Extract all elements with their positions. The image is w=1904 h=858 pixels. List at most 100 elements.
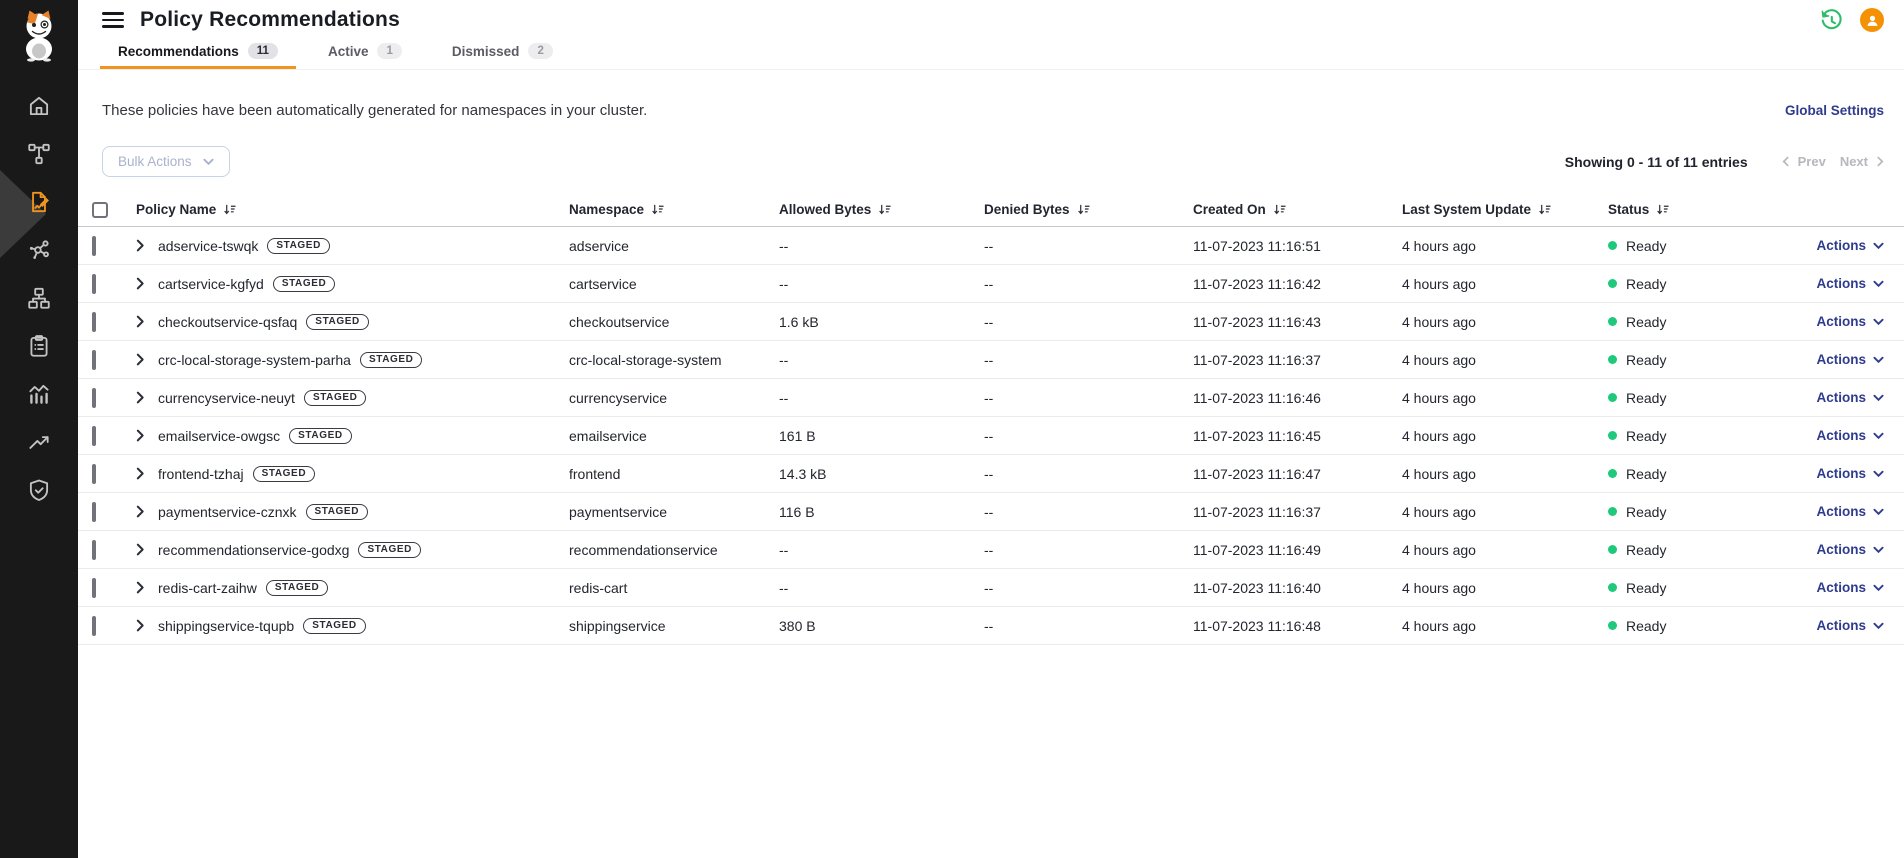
- sidebar-item-policy-edit[interactable]: [0, 178, 78, 226]
- policy-name: adservice-tswqk: [158, 238, 258, 254]
- row-checkbox[interactable]: [92, 464, 96, 484]
- next-page-button[interactable]: Next: [1840, 154, 1884, 169]
- expand-row-chevron-icon[interactable]: [136, 315, 158, 328]
- tab-count-badge: 1: [377, 43, 401, 59]
- sidebar-item-service-graph[interactable]: [0, 130, 78, 178]
- staged-badge: STAGED: [303, 618, 366, 634]
- expand-row-chevron-icon[interactable]: [136, 619, 158, 632]
- tab-recommendations[interactable]: Recommendations 11: [100, 40, 296, 69]
- actions-button[interactable]: Actions: [1816, 390, 1884, 405]
- last-system-update-cell: 4 hours ago: [1402, 618, 1608, 634]
- denied-bytes-cell: --: [984, 390, 1193, 406]
- hamburger-menu-icon[interactable]: [102, 12, 124, 28]
- page-title: Policy Recommendations: [140, 8, 400, 32]
- select-all-checkbox[interactable]: [92, 202, 108, 218]
- expand-row-chevron-icon[interactable]: [136, 505, 158, 518]
- actions-button[interactable]: Actions: [1816, 238, 1884, 253]
- allowed-bytes-cell: 116 B: [779, 504, 984, 520]
- staged-badge: STAGED: [289, 428, 352, 444]
- security-shield-icon: [26, 477, 52, 503]
- user-avatar-icon[interactable]: [1860, 8, 1884, 32]
- namespace-cell: paymentservice: [569, 504, 779, 520]
- row-checkbox[interactable]: [92, 312, 96, 332]
- chevron-down-icon: [1873, 356, 1884, 364]
- column-header-namespace[interactable]: Namespace: [569, 202, 779, 217]
- expand-row-chevron-icon[interactable]: [136, 277, 158, 290]
- namespace-cell: currencyservice: [569, 390, 779, 406]
- namespace-cell: cartservice: [569, 276, 779, 292]
- chevron-down-icon: [1873, 242, 1884, 250]
- row-checkbox[interactable]: [92, 578, 96, 598]
- actions-button[interactable]: Actions: [1816, 428, 1884, 443]
- row-checkbox[interactable]: [92, 616, 96, 636]
- created-on-cell: 11-07-2023 11:16:46: [1193, 390, 1402, 406]
- trends-icon: [26, 429, 52, 455]
- staged-badge: STAGED: [266, 580, 329, 596]
- prev-page-button[interactable]: Prev: [1782, 154, 1826, 169]
- status-label: Ready: [1626, 352, 1666, 368]
- global-settings-link[interactable]: Global Settings: [1785, 103, 1884, 118]
- column-header-denied-bytes[interactable]: Denied Bytes: [984, 202, 1193, 217]
- staged-badge: STAGED: [360, 352, 423, 368]
- expand-row-chevron-icon[interactable]: [136, 353, 158, 366]
- row-checkbox[interactable]: [92, 236, 96, 256]
- column-header-status[interactable]: Status: [1608, 202, 1738, 217]
- row-checkbox[interactable]: [92, 540, 96, 560]
- sort-icon: [651, 203, 664, 216]
- policy-name: paymentservice-cznxk: [158, 504, 297, 520]
- actions-button[interactable]: Actions: [1816, 542, 1884, 557]
- row-checkbox[interactable]: [92, 274, 96, 294]
- sidebar-item-network[interactable]: [0, 274, 78, 322]
- column-header-allowed-bytes[interactable]: Allowed Bytes: [779, 202, 984, 217]
- created-on-cell: 11-07-2023 11:16:37: [1193, 352, 1402, 368]
- actions-button[interactable]: Actions: [1816, 580, 1884, 595]
- ready-status-dot: [1608, 431, 1617, 440]
- actions-button[interactable]: Actions: [1816, 352, 1884, 367]
- row-checkbox[interactable]: [92, 502, 96, 522]
- pagination: Showing 0 - 11 of 11 entries Prev Next: [1565, 154, 1884, 170]
- sidebar-item-statistics[interactable]: [0, 370, 78, 418]
- expand-row-chevron-icon[interactable]: [136, 239, 158, 252]
- namespace-cell: adservice: [569, 238, 779, 254]
- sidebar-item-trends[interactable]: [0, 418, 78, 466]
- actions-button[interactable]: Actions: [1816, 466, 1884, 481]
- denied-bytes-cell: --: [984, 618, 1193, 634]
- created-on-cell: 11-07-2023 11:16:43: [1193, 314, 1402, 330]
- expand-row-chevron-icon[interactable]: [136, 391, 158, 404]
- row-checkbox[interactable]: [92, 426, 96, 446]
- created-on-cell: 11-07-2023 11:16:47: [1193, 466, 1402, 482]
- bulk-actions-button[interactable]: Bulk Actions: [102, 146, 230, 177]
- sidebar-item-security-shield[interactable]: [0, 466, 78, 514]
- actions-button[interactable]: Actions: [1816, 276, 1884, 291]
- ready-status-dot: [1608, 583, 1617, 592]
- content: These policies have been automatically g…: [78, 70, 1904, 645]
- status-label: Ready: [1626, 618, 1666, 634]
- actions-button[interactable]: Actions: [1816, 618, 1884, 633]
- history-icon[interactable]: [1819, 8, 1844, 33]
- row-checkbox[interactable]: [92, 388, 96, 408]
- expand-row-chevron-icon[interactable]: [136, 429, 158, 442]
- column-header-created-on[interactable]: Created On: [1193, 202, 1402, 217]
- expand-row-chevron-icon[interactable]: [136, 581, 158, 594]
- last-system-update-cell: 4 hours ago: [1402, 466, 1608, 482]
- sidebar-item-reports[interactable]: [0, 322, 78, 370]
- statistics-icon: [26, 381, 52, 407]
- column-header-policy-name[interactable]: Policy Name: [136, 202, 569, 217]
- allowed-bytes-cell: --: [779, 542, 984, 558]
- row-checkbox[interactable]: [92, 350, 96, 370]
- sidebar-item-home[interactable]: [0, 82, 78, 130]
- tab-dismissed[interactable]: Dismissed 2: [434, 40, 571, 69]
- staged-badge: STAGED: [267, 238, 330, 254]
- column-header-last-system-update[interactable]: Last System Update: [1402, 202, 1608, 217]
- policy-name: checkoutservice-qsfaq: [158, 314, 297, 330]
- actions-button[interactable]: Actions: [1816, 314, 1884, 329]
- sidebar-item-flows[interactable]: [0, 226, 78, 274]
- expand-row-chevron-icon[interactable]: [136, 467, 158, 480]
- chevron-down-icon: [1873, 508, 1884, 516]
- staged-badge: STAGED: [358, 542, 421, 558]
- tab-active[interactable]: Active 1: [310, 40, 420, 69]
- expand-row-chevron-icon[interactable]: [136, 543, 158, 556]
- staged-badge: STAGED: [273, 276, 336, 292]
- actions-button[interactable]: Actions: [1816, 504, 1884, 519]
- table-row: currencyservice-neuyt STAGED currencyser…: [78, 379, 1904, 417]
